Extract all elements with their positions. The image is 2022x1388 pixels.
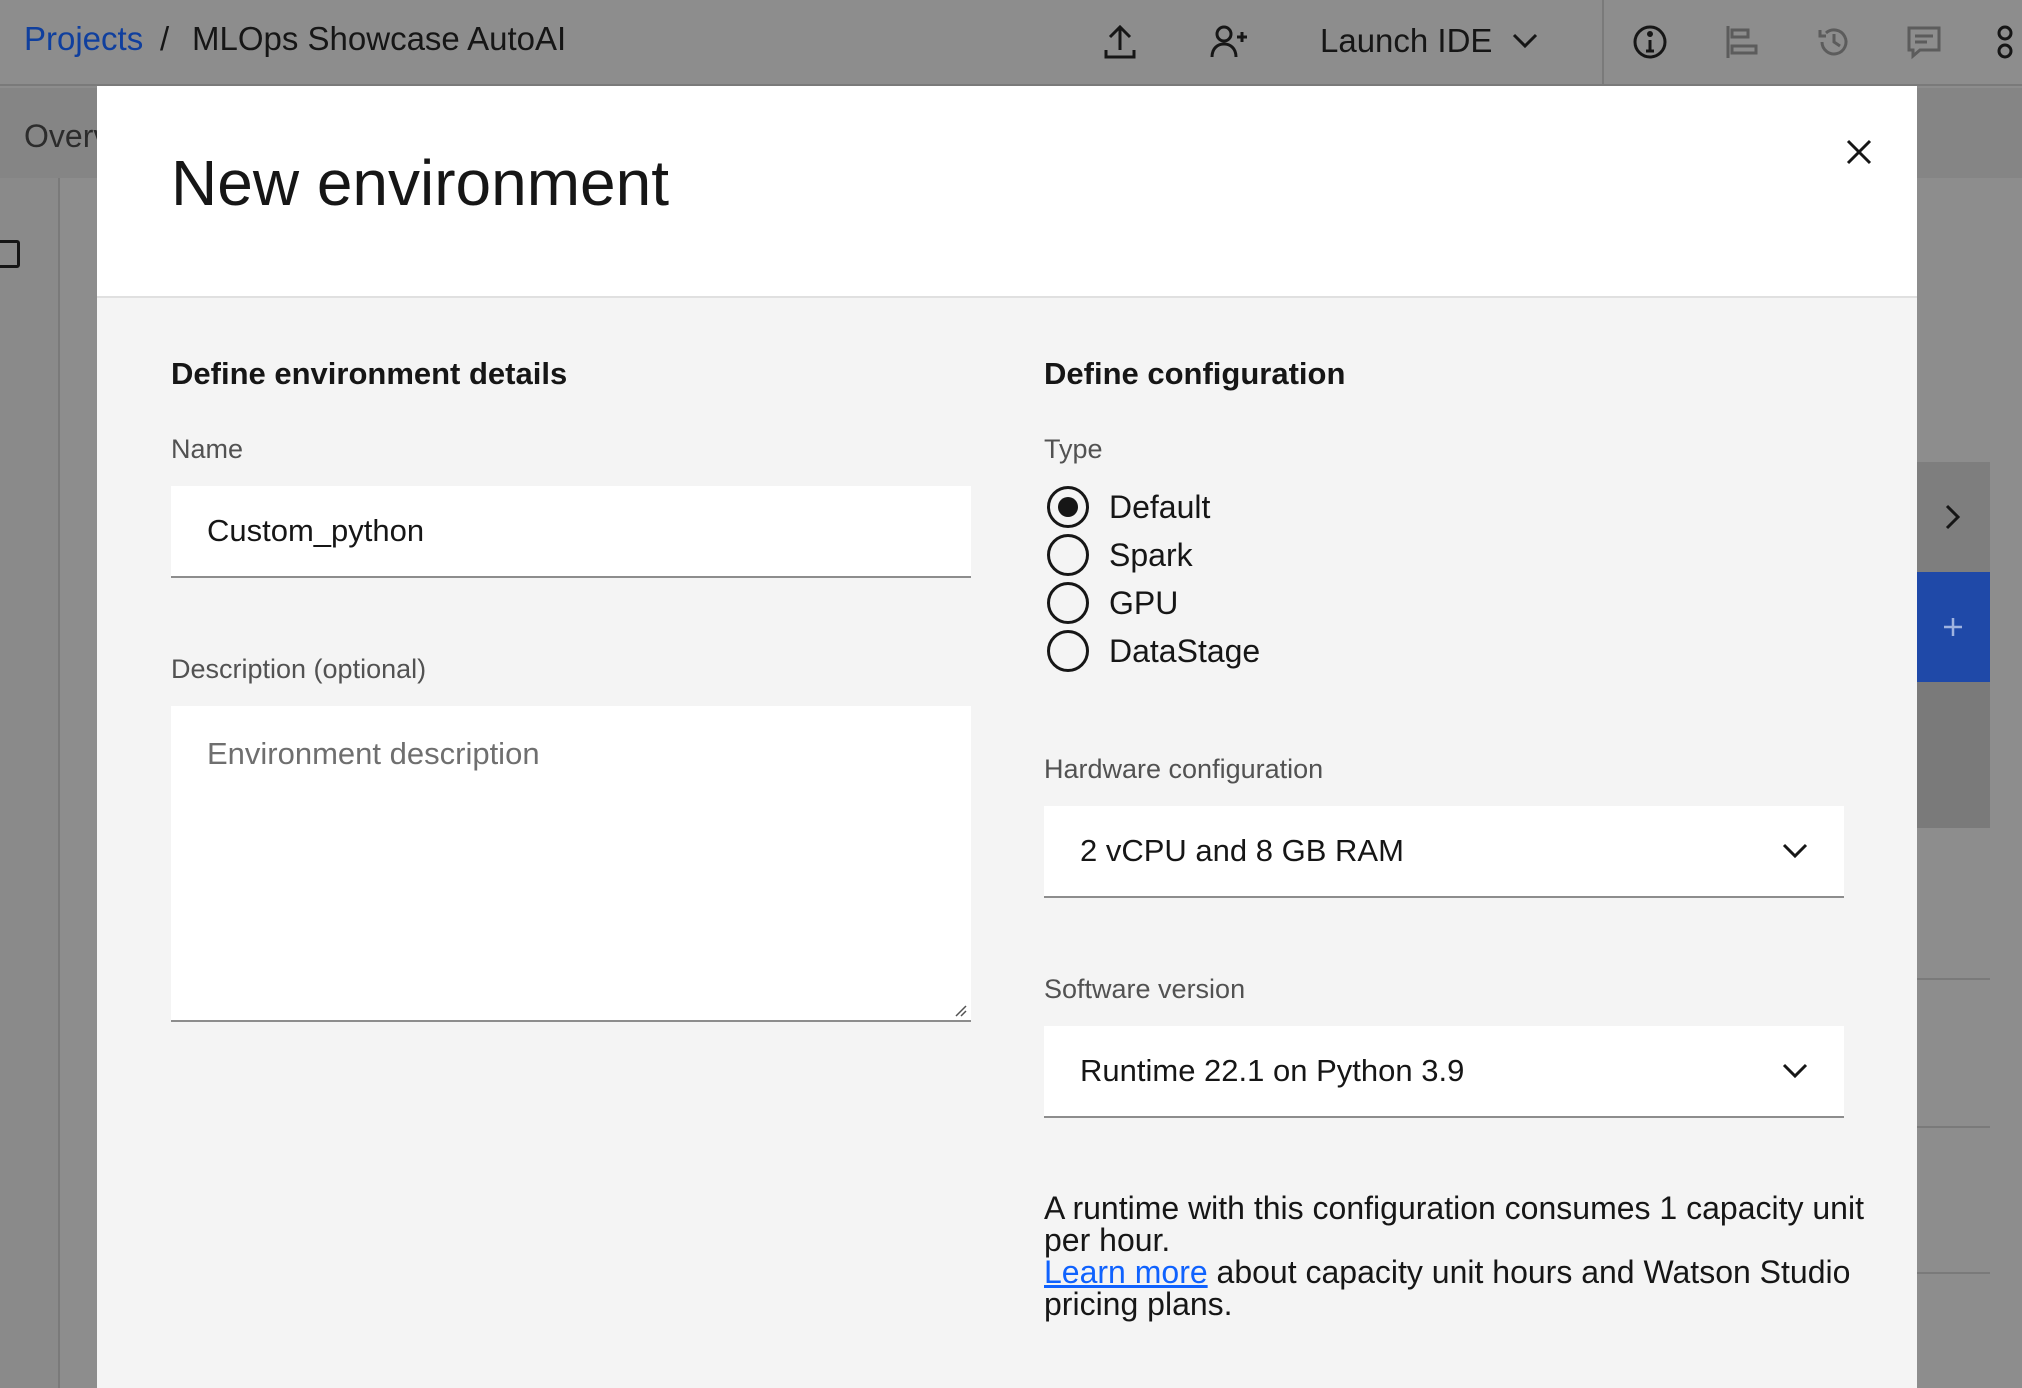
breadcrumb-project-name: MLOps Showcase AutoAI [192,20,567,57]
add-collaborator-icon[interactable] [1206,18,1254,66]
chevron-right-icon [1945,504,1961,530]
apps-icon[interactable] [1990,18,2022,66]
software-select[interactable]: Runtime 22.1 on Python 3.9 [1044,1026,1844,1118]
hardware-label: Hardware configuration [1044,754,1324,784]
radio-button[interactable] [1047,630,1089,672]
plus-icon [1944,618,1962,636]
radio-button[interactable] [1047,582,1089,624]
info-icon[interactable] [1626,18,1674,66]
chevron-down-icon [1782,843,1808,859]
description-label: Description (optional) [171,654,427,684]
breadcrumb-projects-link[interactable]: Projects [24,20,143,58]
radio-label: DataStage [1109,632,1261,669]
expand-panel-button[interactable] [1916,462,1990,572]
modal-title: New environment [171,147,669,219]
left-rail [0,178,60,1388]
radio-spark[interactable]: Spark [1047,534,1193,576]
description-textarea[interactable] [171,706,971,1022]
name-label: Name [171,434,244,464]
capacity-info-text: A runtime with this configuration consum… [1044,1190,1864,1258]
capacity-info: A runtime with this configuration consum… [1044,1192,1864,1320]
chevron-down-icon [1782,1063,1808,1079]
radio-datastage[interactable]: DataStage [1047,630,1260,672]
software-label: Software version [1044,974,1246,1004]
hardware-select-value: 2 vCPU and 8 GB RAM [1080,833,1404,868]
radio-gpu[interactable]: GPU [1047,582,1178,624]
configuration-heading: Define configuration [1044,356,1346,391]
rail-checkbox[interactable] [0,240,20,268]
right-panel-divider [1916,1126,1990,1128]
resize-handle-icon[interactable] [952,1002,968,1018]
close-icon [1846,139,1872,165]
software-select-value: Runtime 22.1 on Python 3.9 [1080,1053,1465,1088]
history-icon[interactable] [1810,18,1858,66]
right-panel-block [1916,682,1990,828]
learn-more-link[interactable]: Learn more [1044,1254,1208,1290]
right-panel-divider [1916,1272,1990,1274]
radio-default[interactable]: Default [1047,486,1210,528]
new-environment-modal: New environment Define environment detai… [97,86,1917,1388]
toolbar-divider [1602,0,1604,86]
radio-label: Default [1109,488,1211,525]
environment-details-heading: Define environment details [171,356,568,391]
breadcrumb-separator: / [160,20,170,57]
top-bar: Projects / MLOps Showcase AutoAI Launch … [0,0,2022,86]
chevron-down-icon [1513,33,1538,49]
add-button[interactable] [1916,572,1990,682]
radio-selected-dot [1058,497,1078,517]
launch-ide-label: Launch IDE [1320,22,1493,59]
radio-label: GPU [1109,584,1179,621]
comments-icon[interactable] [1900,18,1948,66]
modal-header: New environment [97,86,1917,298]
hardware-select[interactable]: 2 vCPU and 8 GB RAM [1044,806,1844,898]
launch-ide-menu[interactable]: Launch IDE [1320,22,1538,60]
radio-button[interactable] [1047,534,1089,576]
name-input[interactable] [171,486,971,578]
close-button[interactable] [1827,120,1891,184]
right-panel-divider [1916,978,1990,980]
upload-icon[interactable] [1096,18,1144,66]
type-label: Type [1044,434,1103,464]
radio-button[interactable] [1047,486,1089,528]
jobs-icon[interactable] [1718,18,1766,66]
radio-label: Spark [1109,536,1193,573]
